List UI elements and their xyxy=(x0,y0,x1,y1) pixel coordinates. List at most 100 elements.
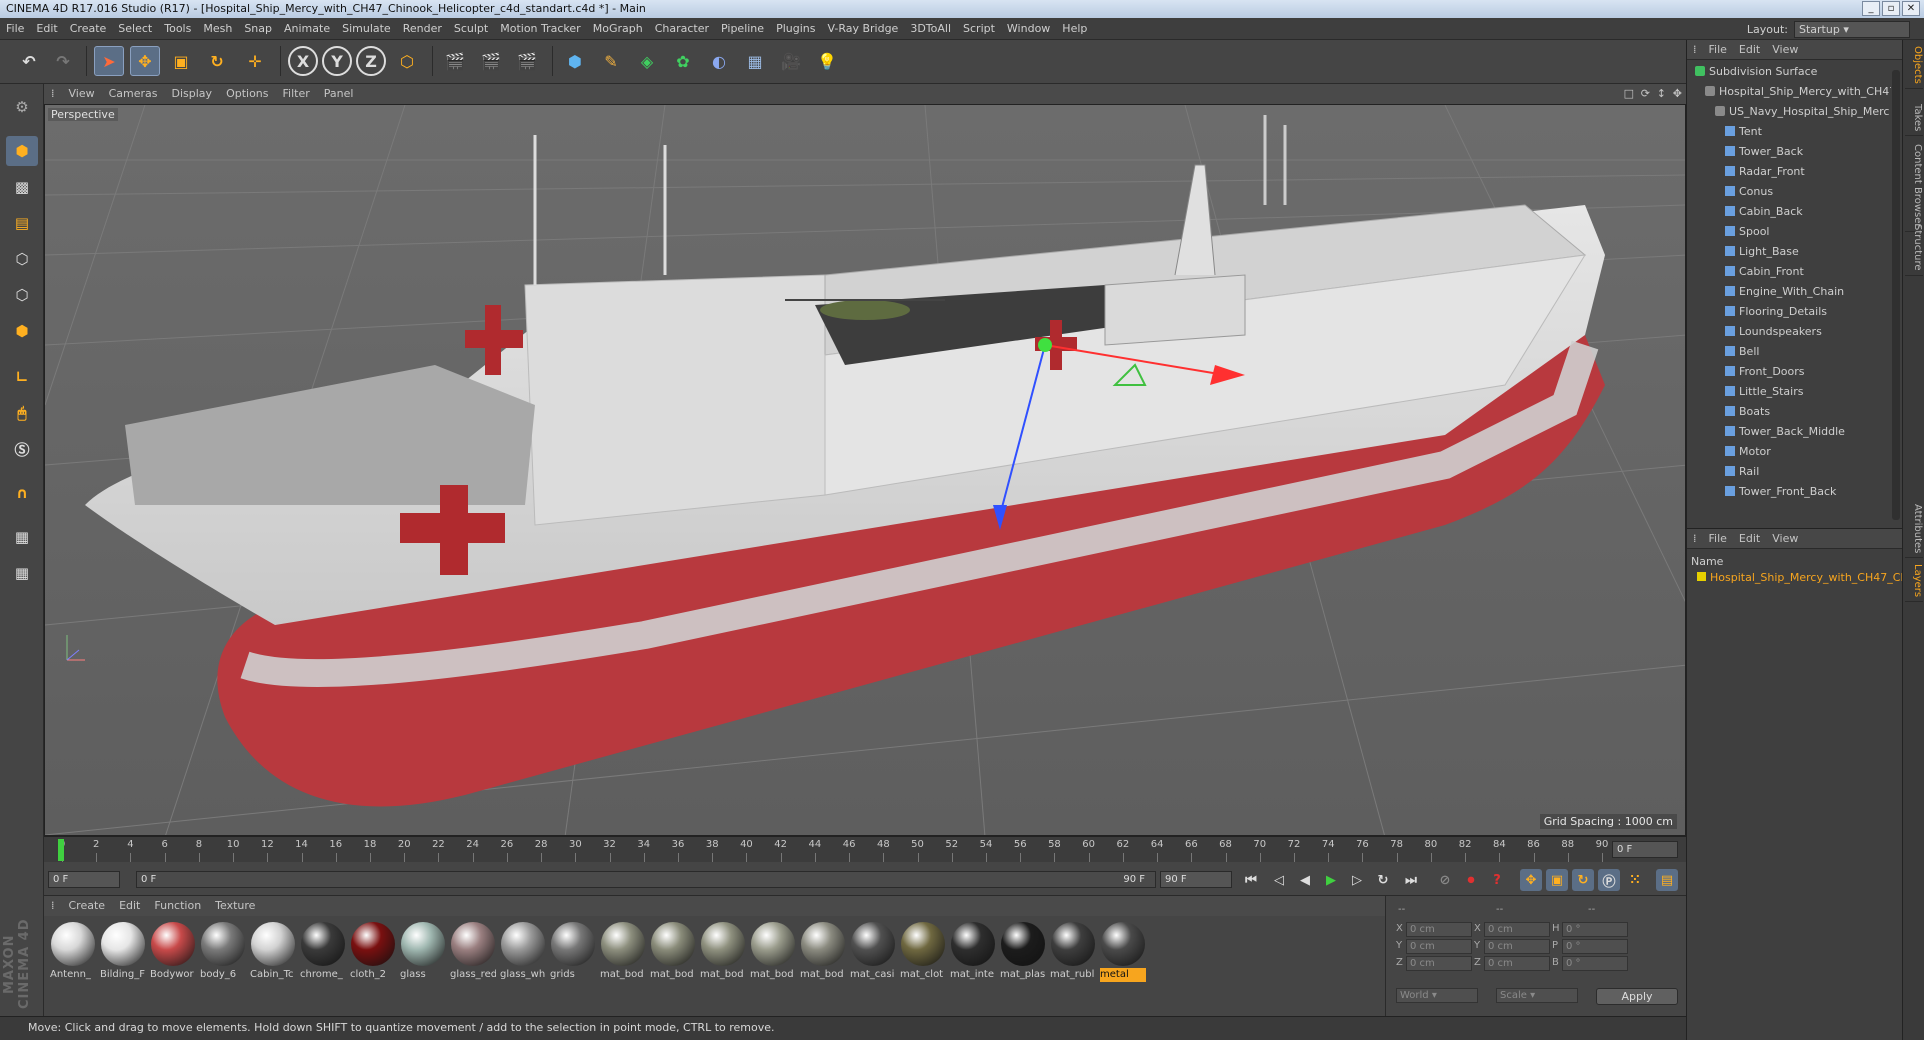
render-settings-button[interactable]: 🎬 xyxy=(512,46,542,76)
key-parameter-button[interactable]: Ⓟ xyxy=(1598,869,1620,891)
side-tab-content-browser[interactable]: Content Browser xyxy=(1905,140,1923,233)
render-view-button[interactable]: 🎬 xyxy=(440,46,470,76)
material-swatch[interactable]: mat_inte xyxy=(950,922,996,984)
viewport-menu-view[interactable]: View xyxy=(62,84,102,104)
coord-value-field[interactable]: 0 ° xyxy=(1562,922,1628,937)
light-button[interactable]: 💡 xyxy=(812,46,842,76)
material-swatch[interactable]: mat_rubl xyxy=(1050,922,1096,984)
menu-3dtoall[interactable]: 3DToAll xyxy=(904,18,957,40)
layer-menu-view[interactable]: View xyxy=(1766,529,1804,549)
live-selection-button[interactable]: ➤ xyxy=(94,46,124,76)
coord-value-field[interactable]: 0 cm xyxy=(1406,956,1472,971)
redo-button[interactable]: ↷ xyxy=(48,46,78,76)
object-tree-row[interactable]: Tower_Back xyxy=(1687,142,1891,162)
solo-button[interactable]: Ⓢ xyxy=(6,434,38,464)
floor-button[interactable]: ▦ xyxy=(740,46,770,76)
make-editable-button[interactable]: ⚙ xyxy=(6,92,38,122)
x-axis-lock-button[interactable]: X xyxy=(288,46,318,76)
menu-select[interactable]: Select xyxy=(112,18,158,40)
object-tree-row[interactable]: Front_Doors xyxy=(1687,362,1891,382)
maximize-button[interactable]: ▫ xyxy=(1882,1,1900,16)
coord-value-field[interactable]: 0 ° xyxy=(1562,939,1628,954)
go-to-start-button[interactable]: ⏮ xyxy=(1240,869,1262,891)
object-tree-row[interactable]: US_Navy_Hospital_Ship_Merc xyxy=(1687,102,1891,122)
maximize-view-icon[interactable]: □ xyxy=(1624,84,1634,104)
material-swatch[interactable]: cloth_2 xyxy=(350,922,396,984)
quantize-button[interactable]: ▦ xyxy=(6,558,38,588)
next-frame-button[interactable]: ▷ xyxy=(1346,869,1368,891)
material-swatch[interactable]: glass_red xyxy=(450,922,496,984)
object-tree-scrollbar[interactable] xyxy=(1892,70,1900,520)
menu-help[interactable]: Help xyxy=(1056,18,1093,40)
coord-value-field[interactable]: 0 cm xyxy=(1484,939,1550,954)
object-tree-row[interactable]: Tent xyxy=(1687,122,1891,142)
menu-render[interactable]: Render xyxy=(397,18,448,40)
current-frame-field[interactable]: 0 F xyxy=(1612,841,1678,858)
play-button[interactable]: ▶ xyxy=(1320,869,1342,891)
object-tree-row[interactable]: Cabin_Front xyxy=(1687,262,1891,282)
layout-dropdown[interactable]: Startup ▾ xyxy=(1794,21,1910,38)
object-tree-row[interactable]: Loundspeakers xyxy=(1687,322,1891,342)
menu-script[interactable]: Script xyxy=(957,18,1001,40)
material-swatch[interactable]: mat_plas xyxy=(1000,922,1046,984)
coord-value-field[interactable]: 0 cm xyxy=(1406,939,1472,954)
menu-pipeline[interactable]: Pipeline xyxy=(715,18,770,40)
viewport-menu-panel[interactable]: Panel xyxy=(317,84,361,104)
material-swatch[interactable]: mat_casi xyxy=(850,922,896,984)
menu-v-ray-bridge[interactable]: V-Ray Bridge xyxy=(821,18,904,40)
axis-mode-button[interactable]: ∟ xyxy=(6,362,38,392)
object-tree-row[interactable]: Rail xyxy=(1687,462,1891,482)
move-tool-button[interactable]: ✥ xyxy=(130,46,160,76)
material-swatch[interactable]: Bilding_F xyxy=(100,922,146,984)
menu-edit[interactable]: Edit xyxy=(30,18,63,40)
playhead[interactable] xyxy=(58,839,64,861)
transform-tool-button[interactable]: ✛ xyxy=(240,46,270,76)
key-position-button[interactable]: ✥ xyxy=(1520,869,1542,891)
object-tree-row[interactable]: Flooring_Details xyxy=(1687,302,1891,322)
perspective-viewport[interactable]: Perspective Grid Spacing : 1000 cm xyxy=(44,104,1686,836)
coord-value-field[interactable]: 0 cm xyxy=(1484,922,1550,937)
side-tab-objects[interactable]: Objects xyxy=(1905,42,1923,89)
record-keys-button[interactable]: ⊘ xyxy=(1434,869,1456,891)
material-swatch[interactable]: metal xyxy=(1100,922,1146,984)
object-tree-row[interactable]: Little_Stairs xyxy=(1687,382,1891,402)
move-view-icon[interactable]: ✥ xyxy=(1673,84,1682,104)
deformer-button[interactable]: ◐ xyxy=(704,46,734,76)
cube-primitive-button[interactable]: ⬢ xyxy=(560,46,590,76)
menu-window[interactable]: Window xyxy=(1001,18,1056,40)
model-mode-button[interactable]: ⬢ xyxy=(6,136,38,166)
object-tree-row[interactable]: Spool xyxy=(1687,222,1891,242)
object-tree-row[interactable]: Cabin_Back xyxy=(1687,202,1891,222)
menu-file[interactable]: File xyxy=(0,18,30,40)
material-swatch[interactable]: grids xyxy=(550,922,596,984)
record-active-button[interactable]: ⏺ xyxy=(1460,869,1482,891)
material-swatch[interactable]: mat_bod xyxy=(650,922,696,984)
next-key-button[interactable]: ↻ xyxy=(1372,869,1394,891)
layer-menu-file[interactable]: File xyxy=(1703,529,1733,549)
minimize-button[interactable]: _ xyxy=(1862,1,1880,16)
frame-ruler[interactable]: 0246810121416182022242628303234363840424… xyxy=(56,837,1614,863)
layout-selector[interactable]: Layout: Startup ▾ xyxy=(1747,21,1910,38)
object-tree-row[interactable]: Tower_Back_Middle xyxy=(1687,422,1891,442)
object-tree-row[interactable]: Radar_Front xyxy=(1687,162,1891,182)
go-to-end-button[interactable]: ⏭ xyxy=(1400,869,1422,891)
material-menu-function[interactable]: Function xyxy=(147,896,208,916)
viewport-menu-options[interactable]: Options xyxy=(219,84,275,104)
close-button[interactable]: ✕ xyxy=(1902,1,1920,16)
end-frame-field[interactable]: 90 F xyxy=(1160,871,1232,888)
menu-create[interactable]: Create xyxy=(64,18,113,40)
undo-button[interactable]: ↶ xyxy=(14,46,44,76)
material-swatch[interactable]: mat_bod xyxy=(700,922,746,984)
y-axis-lock-button[interactable]: Y xyxy=(322,46,352,76)
points-mode-button[interactable]: ⬡ xyxy=(6,244,38,274)
object-tree-row[interactable]: Engine_With_Chain xyxy=(1687,282,1891,302)
polygons-mode-button[interactable]: ⬢ xyxy=(6,316,38,346)
material-swatch[interactable]: mat_bod xyxy=(600,922,646,984)
object-tree-row[interactable]: Subdivision Surface xyxy=(1687,62,1891,82)
coord-value-field[interactable]: 0 cm xyxy=(1406,922,1472,937)
coord-value-field[interactable]: 0 ° xyxy=(1562,956,1628,971)
material-swatch[interactable]: mat_clot xyxy=(900,922,946,984)
object-menu-file[interactable]: File xyxy=(1703,40,1733,60)
object-tree-row[interactable]: Light_Base xyxy=(1687,242,1891,262)
menu-plugins[interactable]: Plugins xyxy=(770,18,821,40)
